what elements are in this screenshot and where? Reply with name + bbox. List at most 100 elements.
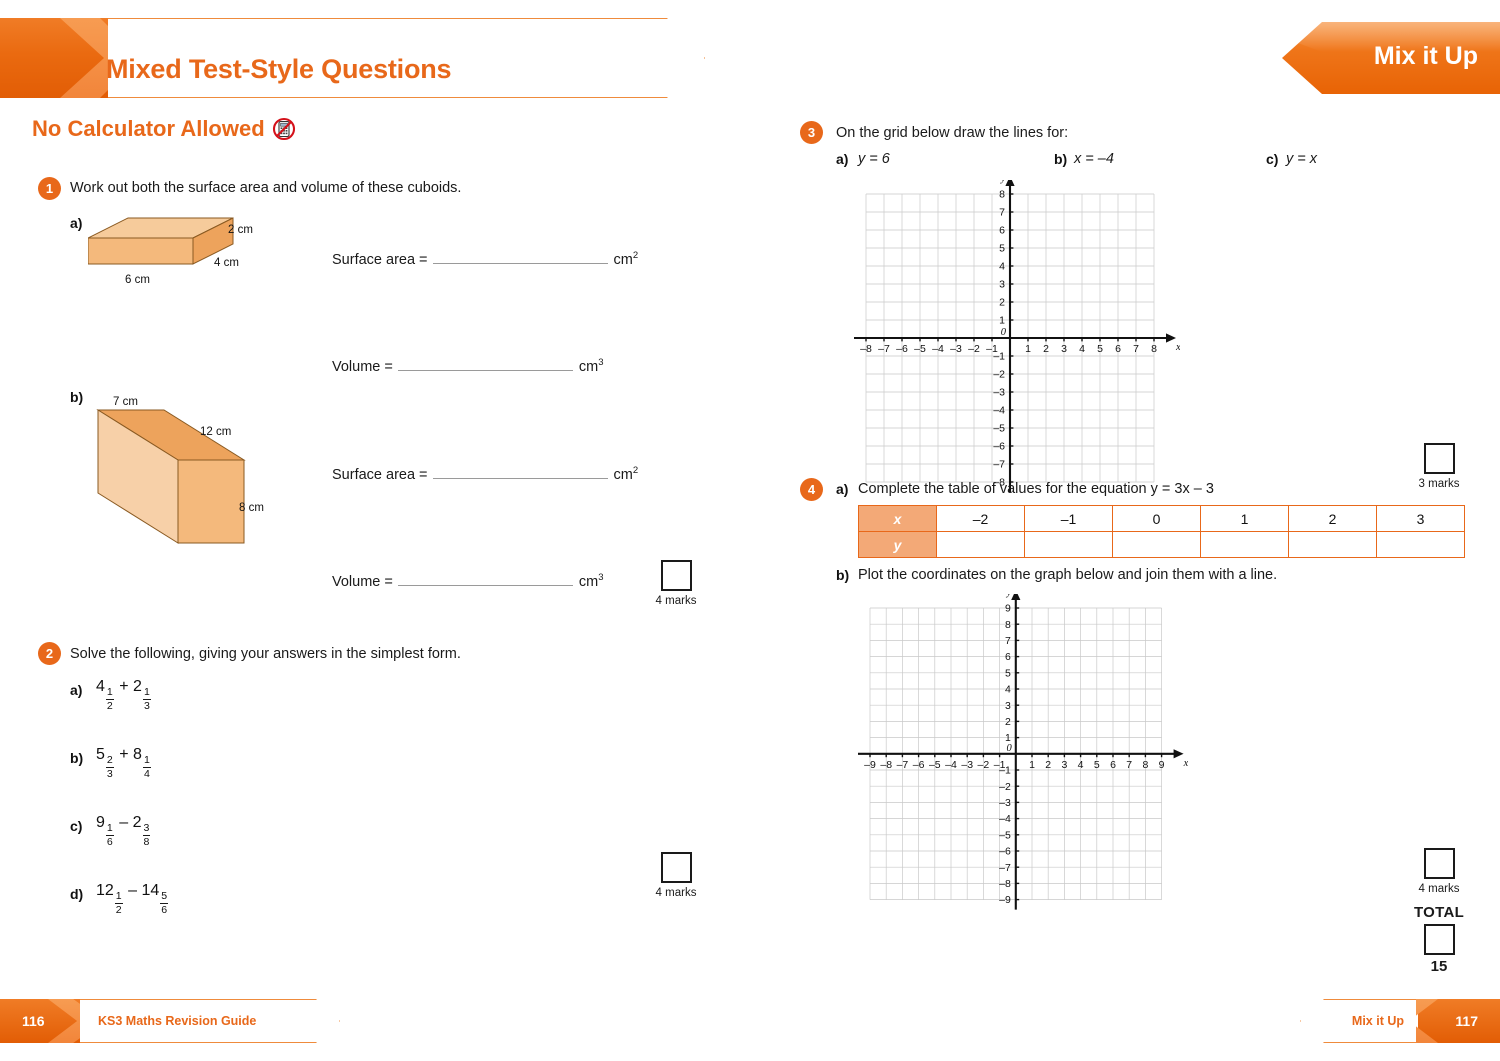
grid-q3-svg[interactable]: –8 –7 –6 –5 –4 –3 –2 –1 1 2 3 4 5 6 7 8–8–7–6–5–4–3–2–1… — [848, 173, 1181, 498]
svg-text:–2: –2 — [978, 760, 990, 771]
q1a-surface-area-line[interactable] — [432, 251, 608, 264]
table-cell-y-5[interactable] — [1376, 531, 1465, 558]
q3-part-b-equation: x = –4 — [1074, 151, 1114, 167]
svg-text:3: 3 — [999, 279, 1005, 291]
table-cell-x-4: 2 — [1288, 505, 1377, 532]
q1-part-b-label: b) — [70, 389, 84, 405]
topic-badge-label: Mix it Up — [1373, 42, 1478, 70]
svg-text:–3: –3 — [961, 760, 973, 771]
table-header-x: x — [858, 505, 937, 532]
footer-right: Mix it Up 117 — [1300, 999, 1500, 1043]
svg-text:–5: –5 — [999, 830, 1011, 841]
q2-marks-label: 4 marks — [655, 887, 697, 899]
svg-text:1: 1 — [1025, 343, 1031, 355]
svg-text:8: 8 — [1142, 760, 1148, 771]
q1b-volume-line[interactable] — [397, 573, 573, 586]
q2-marks-box[interactable]: 4 marks — [641, 852, 711, 899]
q1-marks-square[interactable] — [660, 560, 692, 591]
q4-marks-square[interactable] — [1423, 848, 1455, 879]
q1a-volume-line[interactable] — [397, 358, 573, 371]
svg-text:x: x — [1183, 758, 1188, 769]
svg-text:3: 3 — [1005, 701, 1011, 712]
svg-text:2: 2 — [1045, 760, 1051, 771]
svg-text:4: 4 — [1005, 685, 1011, 696]
total-value: 15 — [1430, 958, 1448, 975]
svg-text:–2: –2 — [968, 343, 980, 355]
grid-q4-svg[interactable]: –9 –8 –7 –6 –5 –4 –3 –2 –1 1 2 3 4 5 6 7 8 9–9–8–7–6–5–4–… — [852, 587, 1189, 916]
svg-text:x: x — [1175, 342, 1180, 353]
q1b-surface-area-line[interactable] — [432, 466, 608, 479]
svg-text:6: 6 — [1115, 343, 1121, 355]
table-of-values[interactable]: x –2 –1 0 1 2 3 y — [858, 505, 1465, 558]
svg-text:–4: –4 — [993, 405, 1005, 417]
q3-part-a-label: a) — [836, 151, 849, 167]
svg-text:–3: –3 — [993, 387, 1005, 399]
table-cell-x-1: –1 — [1024, 505, 1113, 532]
q3-marks-box[interactable]: 3 marks — [1404, 443, 1474, 490]
svg-text:–7: –7 — [897, 760, 909, 771]
cuboid-b-depth-label: 12 cm — [200, 426, 232, 438]
table-cell-y-2[interactable] — [1112, 531, 1201, 558]
svg-text:8: 8 — [1151, 343, 1157, 355]
total-square[interactable] — [1423, 924, 1455, 955]
no-calculator-label: No Calculator Allowed — [32, 116, 265, 141]
svg-text:1: 1 — [999, 315, 1005, 327]
svg-text:7: 7 — [1133, 343, 1139, 355]
footer-left-page-number: 116 — [22, 1013, 45, 1029]
q3-part-c-equation: y = x — [1286, 151, 1318, 167]
page-title: Mixed Test-Style Questions — [106, 54, 452, 84]
question-1-text: Work out both the surface area and volum… — [70, 180, 462, 196]
q1b-surface-area-answer[interactable]: Surface area = cm2 — [332, 465, 638, 483]
q4-part-a-text: Complete the table of values for the equ… — [858, 481, 1214, 497]
svg-text:–4: –4 — [932, 343, 944, 355]
svg-text:4: 4 — [1079, 343, 1085, 355]
svg-text:2: 2 — [1043, 343, 1049, 355]
svg-text:0: 0 — [1007, 743, 1013, 754]
svg-text:–7: –7 — [878, 343, 890, 355]
q1b-volume-answer[interactable]: Volume = cm3 — [332, 572, 604, 590]
cuboid-a-width-label: 6 cm — [125, 274, 150, 286]
svg-text:5: 5 — [1097, 343, 1103, 355]
svg-text:2: 2 — [999, 297, 1005, 309]
q4-part-b-label: b) — [836, 567, 850, 583]
table-cell-y-0[interactable] — [936, 531, 1025, 558]
q3-marks-square[interactable] — [1423, 443, 1455, 474]
q2-item-a-expression: 412 + 213 — [96, 678, 151, 712]
table-cell-y-4[interactable] — [1288, 531, 1377, 558]
coordinate-grid-q4[interactable]: –9 –8 –7 –6 –5 –4 –3 –2 –1 1 2 3 4 5 6 7 8 9 –9 –8 –7 –6 –5 –4–… — [852, 587, 1189, 921]
q2-marks-square[interactable] — [660, 852, 692, 883]
table-cell-y-3[interactable] — [1200, 531, 1289, 558]
q4-marks-box[interactable]: 4 marks TOTAL 15 — [1404, 848, 1474, 975]
question-number-1: 1 — [38, 177, 61, 200]
q3-part-b-label: b) — [1054, 151, 1068, 167]
svg-text:–5: –5 — [914, 343, 926, 355]
svg-text:–4: –4 — [945, 760, 957, 771]
q1-marks-box[interactable]: 4 marks — [641, 560, 711, 607]
table-cell-x-0: –2 — [936, 505, 1025, 532]
q2-item-d-label: d) — [70, 886, 84, 902]
footer-left-title: KS3 Maths Revision Guide — [98, 1014, 257, 1028]
question-number-4: 4 — [800, 478, 823, 501]
footer-right-title: Mix it Up — [1351, 1014, 1404, 1028]
svg-text:y: y — [1000, 180, 1006, 184]
table-cell-x-2: 0 — [1112, 505, 1201, 532]
q1a-volume-answer[interactable]: Volume = cm3 — [332, 357, 604, 375]
svg-text:–9: –9 — [864, 760, 876, 771]
svg-text:1: 1 — [1029, 760, 1035, 771]
q1a-surface-area-answer[interactable]: Surface area = cm2 — [332, 250, 638, 268]
svg-text:–8: –8 — [880, 760, 892, 771]
table-cell-y-1[interactable] — [1024, 531, 1113, 558]
coordinate-grid-q3[interactable]: –8 –7 –6 –5 –4 –3 –2 –1 1 2 3 4 5 6 7 8 –8 –7 –6 –5 –4 –3 –2 –1… — [848, 173, 1181, 503]
q1b-surface-area-label: Surface area = — [332, 466, 428, 483]
svg-text:–2: –2 — [999, 782, 1011, 793]
svg-text:–5: –5 — [929, 760, 941, 771]
q3-marks-label: 3 marks — [1418, 478, 1460, 490]
q3-part-a-equation: y = 6 — [858, 151, 890, 167]
footer-left: 116 KS3 Maths Revision Guide — [0, 999, 340, 1043]
cuboid-a-height-label: 2 cm — [228, 224, 253, 236]
svg-text:6: 6 — [999, 225, 1005, 237]
svg-text:–9: –9 — [999, 895, 1011, 906]
svg-text:–3: –3 — [950, 343, 962, 355]
svg-text:–7: –7 — [999, 863, 1011, 874]
q1a-surface-area-unit: cm2 — [613, 250, 639, 268]
